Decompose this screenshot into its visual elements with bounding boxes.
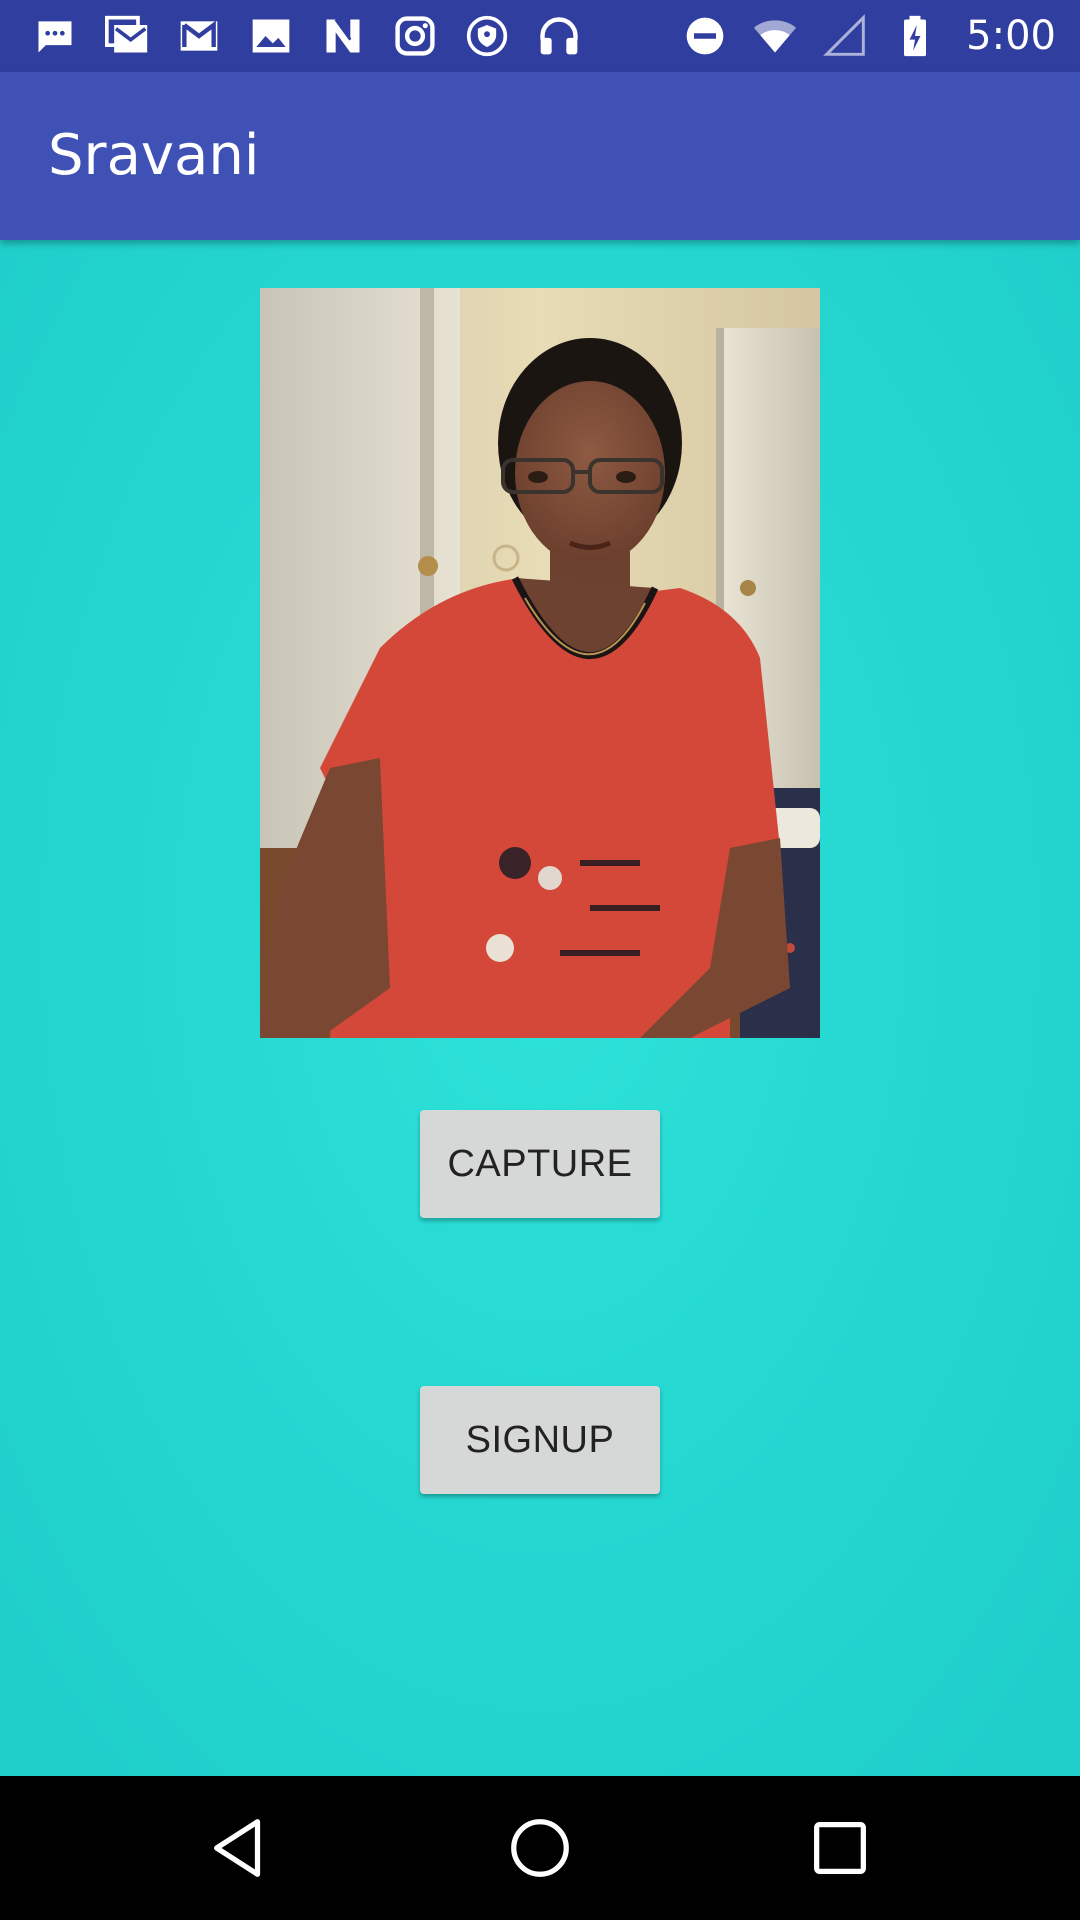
battery-charging-icon	[890, 11, 940, 61]
wifi-icon	[750, 11, 800, 61]
status-clock: 5:00	[966, 13, 1056, 59]
headphones-icon	[534, 11, 584, 61]
n-app-icon	[318, 11, 368, 61]
status-bar: 5:00	[0, 0, 1080, 72]
main-content: CAPTURE SIGNUP	[0, 240, 1080, 1776]
home-icon[interactable]	[495, 1803, 585, 1893]
do-not-disturb-icon	[680, 11, 730, 61]
system-status-icons: 5:00	[680, 0, 1056, 72]
image-icon	[246, 11, 296, 61]
capture-button[interactable]: CAPTURE	[420, 1110, 660, 1218]
notification-icons	[30, 0, 584, 72]
back-icon[interactable]	[195, 1803, 285, 1893]
captured-photo	[260, 288, 820, 1038]
gmail-icon	[102, 11, 152, 61]
cell-signal-icon	[820, 11, 870, 61]
app-screen: 5:00 Sravani CAPTURE SIGNUP	[0, 0, 1080, 1920]
sms-icon	[30, 11, 80, 61]
vpn-shield-icon	[462, 11, 512, 61]
signup-button[interactable]: SIGNUP	[420, 1386, 660, 1494]
recents-icon[interactable]	[795, 1803, 885, 1893]
gmail-icon	[174, 11, 224, 61]
instagram-icon	[390, 11, 440, 61]
app-title: Sravani	[48, 123, 260, 188]
app-toolbar: Sravani	[0, 72, 1080, 240]
navigation-bar	[0, 1776, 1080, 1920]
